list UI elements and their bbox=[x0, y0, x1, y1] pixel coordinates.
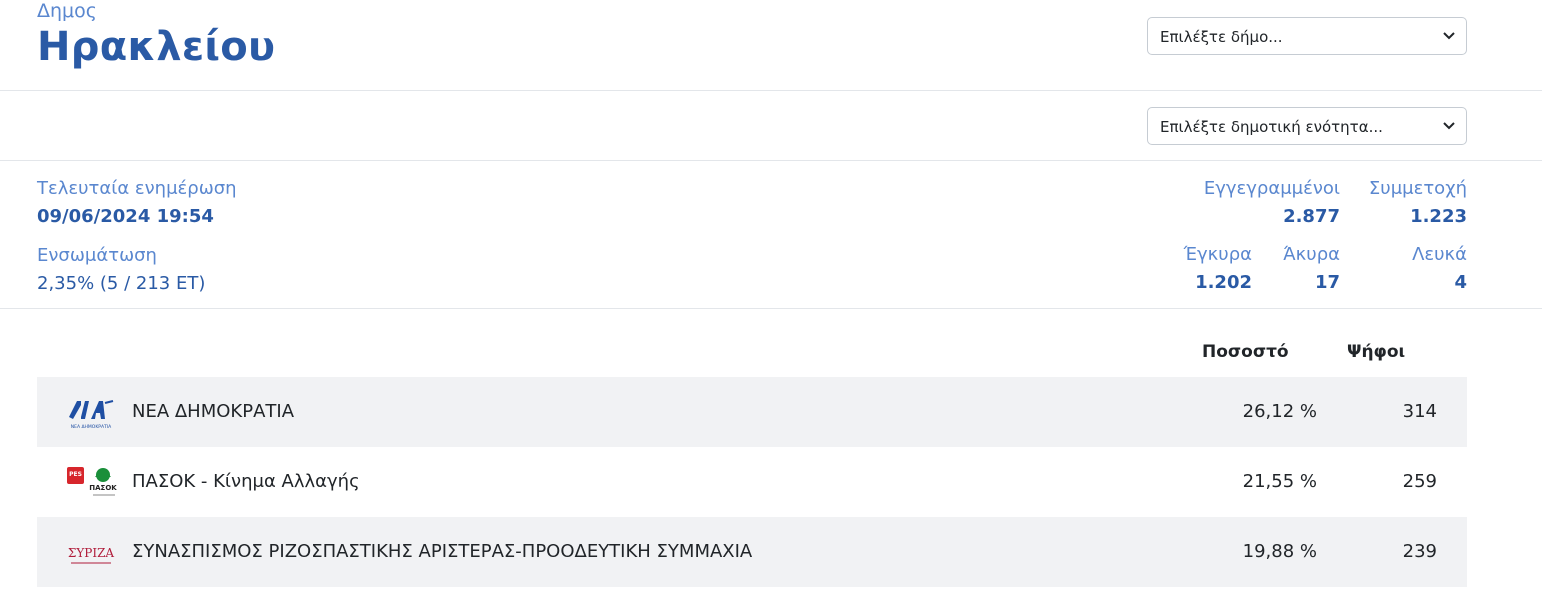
municipality-title: Ηρακλείου bbox=[37, 24, 276, 70]
party-votes: 239 bbox=[1402, 541, 1437, 562]
party-row[interactable]: ΝΕΑ ΔΗΜΟΚΡΑΤΙΑ ΝΕΑ ΔΗΜΟΚΡΑΤΙΑ 26,12 % 31… bbox=[37, 377, 1467, 447]
municipal-unit-select-value: Επιλέξτε δημοτική ενότητα... bbox=[1160, 118, 1383, 136]
valid-value: 1.202 bbox=[1195, 272, 1252, 293]
percent-column-header: Ποσοστό bbox=[1202, 342, 1289, 362]
municipality-kicker: Δημος bbox=[37, 0, 97, 22]
party-name: ΣΥΝΑΣΠΙΣΜΟΣ ΡΙΖΟΣΠΑΣΤΙΚΗΣ ΑΡΙΣΤΕΡΑΣ-ΠΡΟΟ… bbox=[132, 541, 753, 562]
party-name: ΝΕΑ ΔΗΜΟΚΡΑΤΙΑ bbox=[132, 401, 295, 422]
invalid-label: Άκυρα bbox=[1283, 244, 1340, 265]
municipality-header: Δημος Ηρακλείου Επιλέξτε δήμο... bbox=[0, 0, 1542, 91]
svg-text:ΣΥΡΙΖΑ: ΣΥΡΙΖΑ bbox=[68, 546, 115, 560]
integration-value: 2,35% (5 / 213 ΕΤ) bbox=[37, 273, 206, 294]
votes-column-header: Ψήφοι bbox=[1347, 342, 1406, 362]
municipality-select-value: Επιλέξτε δήμο... bbox=[1160, 28, 1283, 46]
last-update-label: Τελευταία ενημέρωση bbox=[37, 178, 237, 199]
nd-logo-icon: ΝΕΑ ΔΗΜΟΚΡΑΤΙΑ bbox=[69, 400, 114, 430]
valid-label: Έγκυρα bbox=[1183, 244, 1252, 265]
svg-text:PES: PES bbox=[69, 471, 82, 478]
party-percent: 26,12 % bbox=[1242, 401, 1317, 422]
invalid-value: 17 bbox=[1314, 272, 1340, 293]
registered-value: 2.877 bbox=[1283, 206, 1340, 227]
blank-value: 4 bbox=[1454, 272, 1467, 293]
municipality-select[interactable]: Επιλέξτε δήμο... bbox=[1147, 17, 1467, 55]
turnout-label: Συμμετοχή bbox=[1368, 178, 1467, 199]
blank-label: Λευκά bbox=[1412, 244, 1467, 265]
party-percent: 19,88 % bbox=[1242, 541, 1317, 562]
svg-text:ΝΕΑ ΔΗΜΟΚΡΑΤΙΑ: ΝΕΑ ΔΗΜΟΚΡΑΤΙΑ bbox=[71, 424, 112, 430]
pasok-logo-icon: PES ΠΑΣΟΚ bbox=[67, 467, 117, 496]
syriza-logo-icon: ΣΥΡΙΖΑ bbox=[68, 546, 115, 564]
svg-text:ΠΑΣΟΚ: ΠΑΣΟΚ bbox=[89, 484, 117, 492]
last-update-value: 09/06/2024 19:54 bbox=[37, 206, 214, 227]
chevron-down-icon bbox=[1443, 122, 1455, 130]
party-name: ΠΑΣΟΚ - Κίνημα Αλλαγής bbox=[132, 471, 360, 492]
chevron-down-icon bbox=[1443, 32, 1455, 40]
municipal-unit-select[interactable]: Επιλέξτε δημοτική ενότητα... bbox=[1147, 107, 1467, 145]
party-votes: 259 bbox=[1402, 471, 1437, 492]
party-row[interactable]: ΣΥΡΙΖΑ ΣΥΝΑΣΠΙΣΜΟΣ ΡΙΖΟΣΠΑΣΤΙΚΗΣ ΑΡΙΣΤΕΡ… bbox=[37, 517, 1467, 587]
integration-label: Ενσωμάτωση bbox=[37, 245, 157, 266]
party-votes: 314 bbox=[1402, 401, 1437, 422]
turnout-value: 1.223 bbox=[1410, 206, 1467, 227]
party-row[interactable]: PES ΠΑΣΟΚ ΠΑΣΟΚ - Κίνημα Αλλαγής 21,55 %… bbox=[37, 447, 1467, 517]
party-percent: 21,55 % bbox=[1242, 471, 1317, 492]
registered-label: Εγγεγραμμένοι bbox=[1203, 178, 1340, 199]
